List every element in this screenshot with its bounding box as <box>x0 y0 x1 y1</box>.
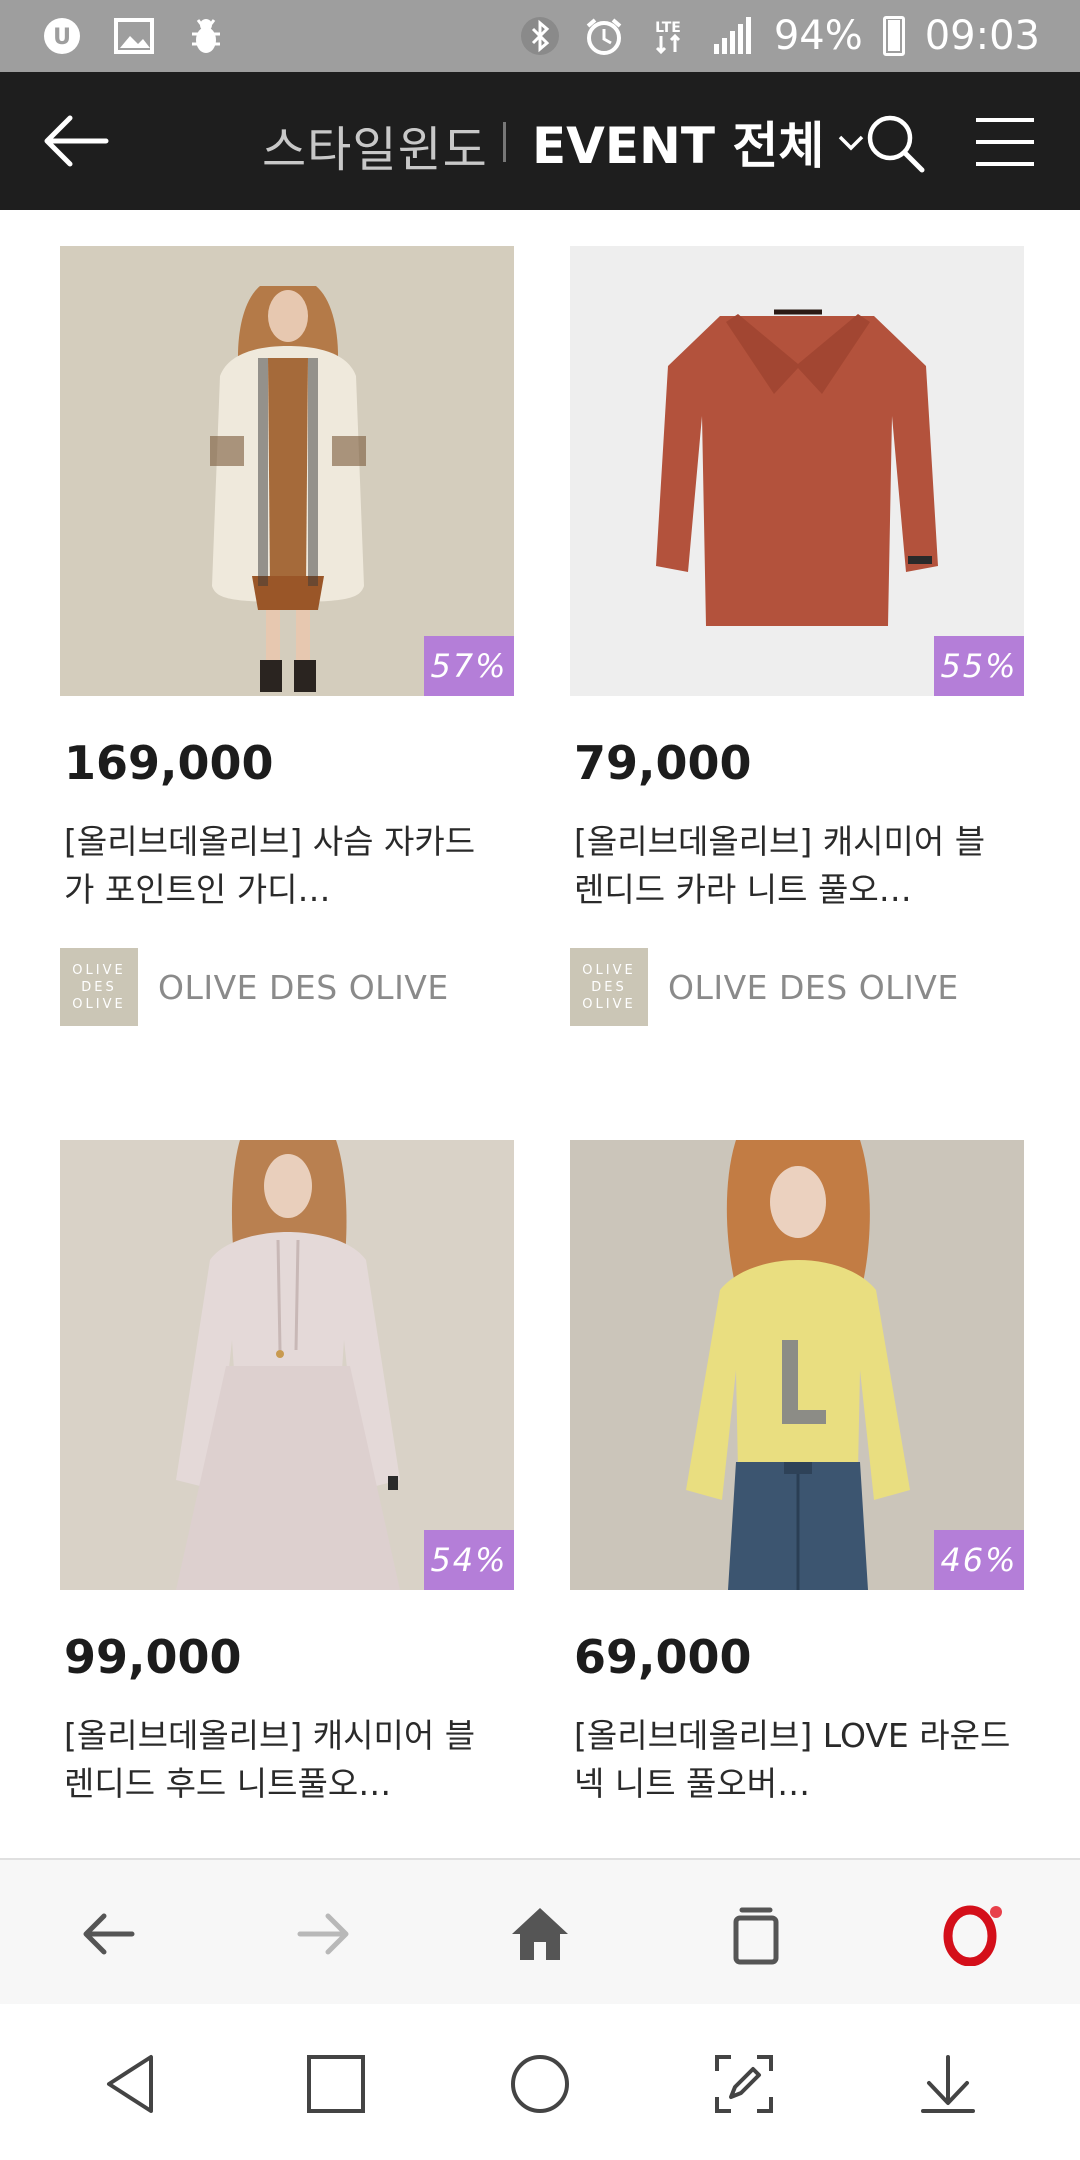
app-header: 스타일윈도 EVENT 전체 <box>0 72 1080 210</box>
nav-notification-pull-icon[interactable] <box>912 2048 984 2120</box>
brand-row[interactable]: OLIVE DES OLIVE OLIVE DES OLIVE <box>60 948 449 1026</box>
browser-back-icon[interactable] <box>72 1898 144 1970</box>
product-card[interactable]: 54% 99,000 [올리브데올리브] 캐시미어 블렌디드 후드 니트풀오… <box>60 1140 514 1803</box>
brand-name: OLIVE DES OLIVE <box>668 967 959 1007</box>
brand-logo: OLIVE DES OLIVE <box>60 948 138 1026</box>
product-photo[interactable]: 54% <box>60 1140 514 1590</box>
svg-text:LTE: LTE <box>655 20 681 36</box>
discount-badge: 46% <box>934 1530 1024 1590</box>
category-dropdown[interactable]: EVENT 전체 <box>532 106 868 178</box>
lte-icon: LTE <box>646 14 690 58</box>
product-title[interactable]: [올리브데올리브] 사슴 자카드가 포인트인 가디… <box>64 818 504 914</box>
bug-icon <box>184 14 228 58</box>
product-title[interactable]: [올리브데올리브] 캐시미어 블렌디드 카라 니트 풀오… <box>574 818 1014 914</box>
category-label: EVENT 전체 <box>532 117 825 175</box>
brand-logo: OLIVE DES OLIVE <box>570 948 648 1026</box>
product-card[interactable]: 57% 169,000 [올리브데올리브] 사슴 자카드가 포인트인 가디… O… <box>60 246 514 1026</box>
product-title[interactable]: [올리브데올리브] 캐시미어 블렌디드 후드 니트풀오… <box>64 1712 504 1808</box>
brand-name: OLIVE DES OLIVE <box>158 967 449 1007</box>
product-card[interactable]: 55% 79,000 [올리브데올리브] 캐시미어 블렌디드 카라 니트 풀오…… <box>570 246 1024 1026</box>
system-nav-bar <box>0 2004 1080 2160</box>
alarm-icon <box>582 14 626 58</box>
brand-row[interactable]: OLIVE DES OLIVE OLIVE DES OLIVE <box>570 948 959 1026</box>
product-photo[interactable]: 55% <box>570 246 1024 696</box>
product-photo[interactable]: 46% <box>570 1140 1024 1590</box>
browser-toolbar <box>0 1858 1080 2004</box>
discount-badge: 54% <box>424 1530 514 1590</box>
discount-badge: 57% <box>424 636 514 696</box>
battery-icon <box>882 16 905 56</box>
header-divider <box>503 122 506 162</box>
back-arrow-icon[interactable] <box>40 108 112 174</box>
bluetooth-icon <box>518 14 562 58</box>
gallery-icon <box>112 14 156 58</box>
home-icon[interactable] <box>504 1898 576 1970</box>
u-plus-icon: U <box>40 14 84 58</box>
product-grid: 57% 169,000 [올리브데올리브] 사슴 자카드가 포인트인 가디… O… <box>0 210 1080 1858</box>
tabs-icon[interactable] <box>720 1898 792 1970</box>
product-price: 69,000 <box>574 1630 752 1684</box>
screenshot-edit-icon[interactable] <box>708 2048 780 2120</box>
product-photo[interactable]: 57% <box>60 246 514 696</box>
product-price: 79,000 <box>574 736 752 790</box>
site-brand[interactable]: 스타일윈도 <box>262 110 488 180</box>
status-bar: U LTE 94% 09:03 <box>0 0 1080 72</box>
signal-icon <box>710 14 754 58</box>
product-card[interactable]: 46% 69,000 [올리브데올리브] LOVE 라운드넥 니트 풀오버… <box>570 1140 1024 1803</box>
svg-text:U: U <box>53 25 71 50</box>
discount-badge: 55% <box>934 636 1024 696</box>
browser-forward-icon[interactable] <box>288 1898 360 1970</box>
nav-back-icon[interactable] <box>96 2048 168 2120</box>
clock: 09:03 <box>924 13 1040 59</box>
hamburger-menu-icon[interactable] <box>974 116 1036 168</box>
product-price: 99,000 <box>64 1630 242 1684</box>
battery-percent: 94% <box>773 13 863 59</box>
opera-menu-icon[interactable] <box>936 1898 1008 1970</box>
product-price: 169,000 <box>64 736 274 790</box>
product-title[interactable]: [올리브데올리브] LOVE 라운드넥 니트 풀오버… <box>574 1712 1014 1808</box>
search-icon[interactable] <box>864 112 926 174</box>
nav-home-icon[interactable] <box>504 2048 576 2120</box>
nav-recents-icon[interactable] <box>300 2048 372 2120</box>
